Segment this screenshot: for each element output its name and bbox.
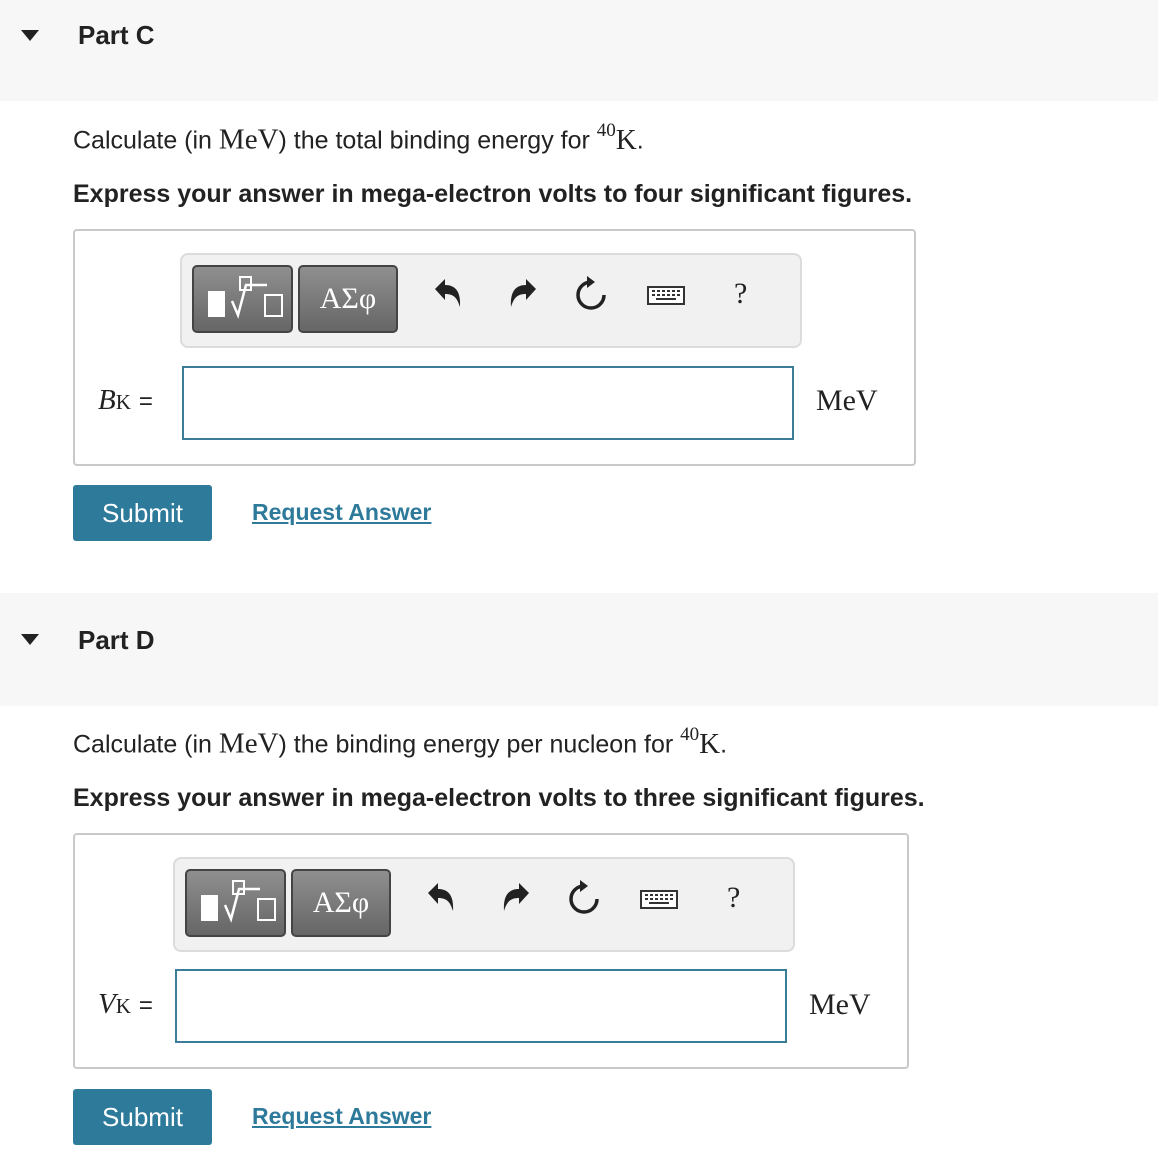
part-d-request-answer-link[interactable]: Request Answer (252, 1103, 431, 1130)
part-d-title: Part D (78, 625, 155, 655)
redo-icon[interactable] (497, 879, 537, 919)
part-d-variable-label: VK = (98, 988, 153, 1020)
undo-icon[interactable] (427, 275, 467, 315)
greek-symbols-button[interactable]: ΑΣφ (291, 869, 391, 937)
help-button[interactable]: ? (727, 881, 740, 915)
keyboard-icon[interactable] (638, 879, 680, 919)
keyboard-icon[interactable] (645, 275, 687, 315)
part-d-answer-input[interactable] (175, 969, 787, 1043)
part-c-instruction: Express your answer in mega-electron vol… (73, 180, 913, 208)
part-d-submit-button[interactable]: Submit (73, 1089, 212, 1145)
part-d-unit: MeV (809, 988, 871, 1021)
caret-down-icon[interactable] (21, 634, 39, 645)
part-c-question: Calculate (in MeV) the total binding ene… (73, 120, 644, 156)
greek-symbols-button[interactable]: ΑΣφ (298, 265, 398, 333)
part-c-answer-box: ΑΣφ ? BK = MeV (73, 229, 916, 466)
math-toolbar: ΑΣφ ? (180, 253, 802, 348)
part-c-title: Part C (78, 20, 155, 50)
templates-button[interactable] (192, 265, 293, 333)
templates-button[interactable] (185, 869, 286, 937)
reset-icon[interactable] (564, 879, 604, 919)
part-d-question: Calculate (in MeV) the binding energy pe… (73, 724, 728, 760)
undo-icon[interactable] (420, 879, 460, 919)
part-c-unit: MeV (816, 384, 878, 417)
part-c-request-answer-link[interactable]: Request Answer (252, 499, 431, 526)
part-d-instruction: Express your answer in mega-electron vol… (73, 784, 925, 812)
part-d-answer-box: ΑΣφ ? VK = MeV (73, 833, 909, 1069)
redo-icon[interactable] (504, 275, 544, 315)
part-d-header[interactable]: Part D (0, 593, 1158, 706)
part-c-answer-input[interactable] (182, 366, 794, 440)
part-c-variable-label: BK = (98, 384, 153, 416)
template-icon (208, 276, 283, 319)
help-button[interactable]: ? (734, 277, 747, 311)
caret-down-icon[interactable] (21, 30, 39, 41)
part-c-submit-button[interactable]: Submit (73, 485, 212, 541)
reset-icon[interactable] (571, 275, 611, 315)
math-toolbar: ΑΣφ ? (173, 857, 795, 952)
part-c-header[interactable]: Part C (0, 0, 1158, 101)
template-icon (201, 880, 276, 923)
